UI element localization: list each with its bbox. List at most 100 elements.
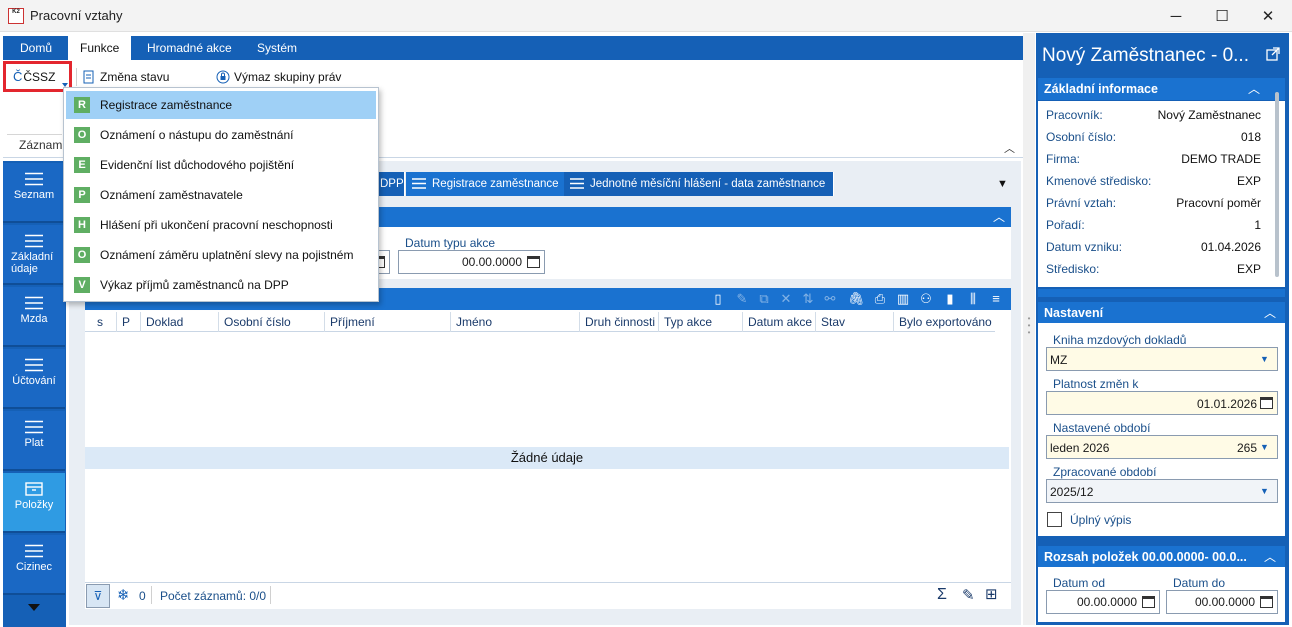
ribbon-collapse-icon[interactable]: ︿ <box>1004 140 1015 156</box>
column-header[interactable]: Doklad <box>140 312 218 332</box>
menu-tab-hromadne-akce[interactable]: Hromadné akce <box>135 36 244 60</box>
book-select[interactable]: MZ ▼ <box>1046 347 1278 371</box>
new-document-icon[interactable]: ▯ <box>709 290 727 308</box>
scrollbar-thumb[interactable] <box>1275 92 1279 277</box>
status-divider <box>151 586 152 604</box>
window-title: Pracovní vztahy <box>30 8 123 23</box>
column-header[interactable]: Druh činnosti <box>579 312 658 332</box>
columns-icon[interactable]: ▮ <box>941 290 959 308</box>
cssz-menu-item[interactable]: R Registrace zaměstnance <box>66 91 376 119</box>
info-value: 01.04.2026 <box>1200 240 1261 254</box>
filter-icon[interactable]: ⊽ <box>86 584 110 608</box>
menu-letter-icon: V <box>74 277 90 293</box>
datum-typu-akce-field[interactable]: 00.00.0000 <box>398 250 545 274</box>
chevron-up-icon[interactable]: ︿ <box>988 207 1010 227</box>
users-icon[interactable]: ⚇ <box>917 290 935 308</box>
maximize-button[interactable]: ☐ <box>1199 0 1245 32</box>
section-divider <box>1038 289 1285 297</box>
close-button[interactable]: ✕ <box>1245 0 1291 32</box>
cssz-menu-item[interactable]: P Oznámení zaměstnavatele <box>66 181 376 209</box>
remove-rights-label: Výmaz skupiny práv <box>234 70 342 84</box>
processed-select[interactable]: 2025/12 ▼ <box>1046 479 1278 503</box>
chevron-up-icon[interactable]: ︿ <box>1259 546 1281 568</box>
menu-letter-icon: O <box>74 247 90 263</box>
scroll-down-icon[interactable] <box>28 604 40 611</box>
nav-item[interactable]: Seznam <box>3 163 65 223</box>
nav-item-label: Účtování <box>12 375 56 387</box>
column-header[interactable]: Typ akce <box>658 312 742 332</box>
attachment-icon[interactable]: 🖇 <box>847 290 865 308</box>
menu-tab-system[interactable]: Systém <box>245 36 309 60</box>
copy-icon[interactable]: ⧉ <box>755 290 773 308</box>
column-header[interactable]: Stav <box>815 312 893 332</box>
validity-label: Platnost změn k <box>1053 377 1139 391</box>
ribbon-group-divider <box>7 134 62 135</box>
chevron-up-icon[interactable]: ︿ <box>1243 78 1265 100</box>
popout-icon[interactable] <box>1266 47 1280 61</box>
menu-tab-domu[interactable]: Domů <box>8 36 64 60</box>
settings-header[interactable]: Nastavení <box>1038 302 1285 324</box>
period-select[interactable]: leden 2026 265 ▼ <box>1046 435 1278 459</box>
delete-icon[interactable]: ✕ <box>777 290 795 308</box>
sum-icon[interactable]: Σ <box>937 586 947 604</box>
validity-date-field[interactable]: 01.01.2026 <box>1046 391 1278 415</box>
add-record-icon[interactable]: ⊞ <box>985 585 998 603</box>
full-listing-checkbox[interactable] <box>1047 512 1062 527</box>
nav-item[interactable]: Položky <box>3 473 65 533</box>
cssz-menu-item[interactable]: V Výkaz příjmů zaměstnanců na DPP <box>66 271 376 299</box>
record-count: Počet záznamů: 0/0 <box>160 589 267 603</box>
validity-value: 01.01.2026 <box>1196 397 1257 411</box>
dropdown-icon[interactable]: ▼ <box>1260 442 1272 452</box>
column-settings-icon[interactable]: ⫼ <box>964 290 982 308</box>
splitter-grip-icon[interactable]: • • • <box>1027 315 1031 337</box>
basic-info-body <box>1038 101 1271 287</box>
cssz-menu-item[interactable]: H Hlášení při ukončení pracovní neschopno… <box>66 211 376 239</box>
remove-rights-button[interactable]: Výmaz skupiny práv <box>216 68 341 86</box>
dropdown-icon[interactable]: ▼ <box>1260 486 1272 496</box>
edit-pencil-icon[interactable]: ✎ <box>962 586 975 604</box>
menu-item-label: Registrace zaměstnance <box>100 98 233 112</box>
app-logo-icon: K2 <box>8 8 24 24</box>
column-header[interactable]: Datum akce <box>742 312 815 332</box>
doc-tab-dpp[interactable]: DPP <box>376 172 405 196</box>
print-icon[interactable]: ⎙ <box>871 290 889 308</box>
edit-icon[interactable]: ✎ <box>733 290 751 308</box>
nav-item[interactable]: Účtování <box>3 349 65 409</box>
list-icon <box>25 172 43 186</box>
change-state-button[interactable]: Změna stavu <box>82 68 169 86</box>
snowflake-icon[interactable]: ❄ <box>117 586 130 604</box>
calendar-icon[interactable] <box>527 256 540 268</box>
menu-icon[interactable]: ≡ <box>987 290 1005 308</box>
range-from-field[interactable]: 00.00.0000 <box>1046 590 1160 614</box>
column-header[interactable]: P <box>116 312 140 332</box>
dropdown-icon[interactable]: ▼ <box>1260 354 1272 364</box>
cssz-menu-item[interactable]: E Evidenční list důchodového pojištění <box>66 151 376 179</box>
menu-item-label: Evidenční list důchodového pojištění <box>100 158 295 172</box>
column-header[interactable]: s <box>92 312 116 332</box>
calendar-icon[interactable] <box>1142 596 1155 608</box>
nav-item[interactable]: Cizinec <box>3 535 65 595</box>
column-header[interactable]: Bylo exportováno <box>893 312 995 332</box>
nav-item[interactable]: Mzda <box>3 287 65 347</box>
move-icon[interactable]: ⇅ <box>799 290 817 308</box>
nav-item[interactable]: Základní údaje <box>3 225 65 285</box>
column-header[interactable]: Osobní číslo <box>218 312 324 332</box>
chart-icon[interactable]: ▥ <box>894 290 912 308</box>
chevron-up-icon[interactable]: ︿ <box>1259 302 1281 324</box>
calendar-icon[interactable] <box>1260 397 1273 409</box>
range-header[interactable]: Rozsah položek 00.00.0000- 00.0... <box>1038 546 1285 568</box>
range-to-field[interactable]: 00.00.0000 <box>1166 590 1278 614</box>
doc-tab-jmhz[interactable]: Jednotné měsíční hlášení - data zaměstna… <box>564 172 835 196</box>
calendar-icon[interactable] <box>1260 596 1273 608</box>
menu-tab-funkce[interactable]: Funkce <box>68 36 132 60</box>
column-header[interactable]: Příjmení <box>324 312 450 332</box>
doc-tab-registrace[interactable]: Registrace zaměstnance <box>406 172 568 196</box>
nav-item[interactable]: Plat <box>3 411 65 471</box>
minimize-button[interactable]: ─ <box>1153 0 1199 32</box>
cssz-menu-item[interactable]: O Oznámení záměru uplatnění slevy na poji… <box>66 241 376 269</box>
tabs-overflow-icon[interactable]: ▼ <box>997 178 1008 190</box>
book-label: Kniha mzdových dokladů <box>1053 333 1187 347</box>
cssz-menu-item[interactable]: O Oznámení o nástupu do zaměstnání <box>66 121 376 149</box>
column-header[interactable]: Jméno <box>450 312 579 332</box>
link-icon[interactable]: ⚯ <box>821 290 839 308</box>
